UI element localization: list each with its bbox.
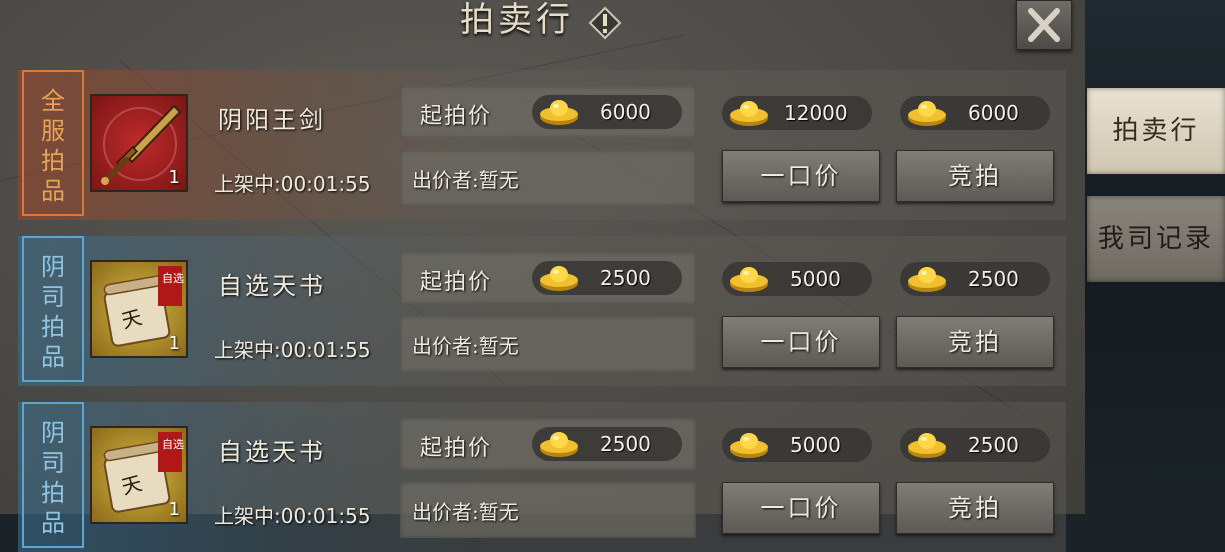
bidder-field: 出价者:暂无 xyxy=(400,150,696,206)
item-name: 阴阳王剑 xyxy=(218,106,326,134)
item-slot[interactable]: 天 自选 1 xyxy=(90,426,188,524)
page-title: 拍卖行 xyxy=(460,0,574,40)
category-label: 阴 司 拍 品 xyxy=(22,402,84,548)
bid-price-pill: 2500 xyxy=(900,262,1050,296)
start-price-pill: 2500 xyxy=(532,427,682,461)
bidder-text: 出价者:暂无 xyxy=(412,334,519,358)
item-quantity: 1 xyxy=(168,499,180,520)
bid-button[interactable]: 竞拍 xyxy=(896,482,1054,534)
bid-button[interactable]: 竞拍 xyxy=(896,316,1054,368)
bid-price-value: 6000 xyxy=(968,101,1019,125)
buyout-price-value: 12000 xyxy=(784,101,848,125)
start-price-label: 起拍价 xyxy=(420,436,493,461)
start-price-value: 2500 xyxy=(600,266,651,290)
item-quantity: 1 xyxy=(168,167,180,188)
buyout-price-pill: 5000 xyxy=(722,262,872,296)
start-price-value: 2500 xyxy=(600,432,651,456)
close-icon xyxy=(1028,8,1060,42)
start-price-pill: 6000 xyxy=(532,95,682,129)
bid-price-pill: 2500 xyxy=(900,428,1050,462)
bidder-text: 出价者:暂无 xyxy=(412,168,519,192)
listing-timer: 上架中:00:01:55 xyxy=(214,172,371,196)
auction-row: 全 服 拍 品 1 阴阳王剑 上架中:00:01:55 起拍价 6000 出价者… xyxy=(18,70,1066,220)
bidder-field: 出价者:暂无 xyxy=(400,482,696,538)
buyout-price-pill: 12000 xyxy=(722,96,872,130)
gold-ingot-icon xyxy=(908,101,946,126)
gold-ingot-icon xyxy=(540,432,578,457)
bid-price-pill: 6000 xyxy=(900,96,1050,130)
item-name: 自选天书 xyxy=(218,272,326,300)
bidder-text: 出价者:暂无 xyxy=(412,500,519,524)
gold-ingot-icon xyxy=(540,266,578,291)
badge-text: 自选 xyxy=(162,438,184,451)
start-price-field: 起拍价 2500 xyxy=(400,252,696,304)
buyout-button[interactable]: 一口价 xyxy=(722,316,880,368)
category-label: 全 服 拍 品 xyxy=(22,70,84,216)
item-name: 自选天书 xyxy=(218,438,326,466)
gold-ingot-icon xyxy=(908,433,946,458)
tab-auction[interactable]: 拍卖行 xyxy=(1087,88,1225,174)
category-label: 阴 司 拍 品 xyxy=(22,236,84,382)
bid-button[interactable]: 竞拍 xyxy=(896,150,1054,202)
start-price-field: 起拍价 2500 xyxy=(400,418,696,470)
buyout-price-value: 5000 xyxy=(790,433,841,457)
buyout-price-pill: 5000 xyxy=(722,428,872,462)
badge-text: 自选 xyxy=(162,272,184,285)
auction-row: 阴 司 拍 品 天 自选 1 自选天书 上架中:00:01:55 起拍价 250… xyxy=(18,402,1066,552)
close-button[interactable] xyxy=(1016,0,1072,50)
tab-records[interactable]: 我司记录 xyxy=(1087,196,1225,282)
buyout-price-value: 5000 xyxy=(790,267,841,291)
gold-ingot-icon xyxy=(540,100,578,125)
item-slot[interactable]: 天 自选 1 xyxy=(90,260,188,358)
item-slot[interactable]: 1 xyxy=(90,94,188,192)
start-price-value: 6000 xyxy=(600,100,651,124)
buyout-button[interactable]: 一口价 xyxy=(722,150,880,202)
bidder-field: 出价者:暂无 xyxy=(400,316,696,372)
start-price-label: 起拍价 xyxy=(420,270,493,295)
start-price-field: 起拍价 6000 xyxy=(400,86,696,138)
listing-timer: 上架中:00:01:55 xyxy=(214,504,371,528)
auction-row: 阴 司 拍 品 天 自选 1 自选天书 上架中:00:01:55 起拍价 250… xyxy=(18,236,1066,386)
gold-ingot-icon xyxy=(908,267,946,292)
bid-price-value: 2500 xyxy=(968,267,1019,291)
gold-ingot-icon xyxy=(730,101,768,126)
start-price-label: 起拍价 xyxy=(420,104,493,129)
start-price-pill: 2500 xyxy=(532,261,682,295)
listing-timer: 上架中:00:01:55 xyxy=(214,338,371,362)
gold-ingot-icon xyxy=(730,433,768,458)
buyout-button[interactable]: 一口价 xyxy=(722,482,880,534)
info-icon[interactable] xyxy=(588,6,622,40)
item-quantity: 1 xyxy=(168,333,180,354)
gold-ingot-icon xyxy=(730,267,768,292)
bid-price-value: 2500 xyxy=(968,433,1019,457)
